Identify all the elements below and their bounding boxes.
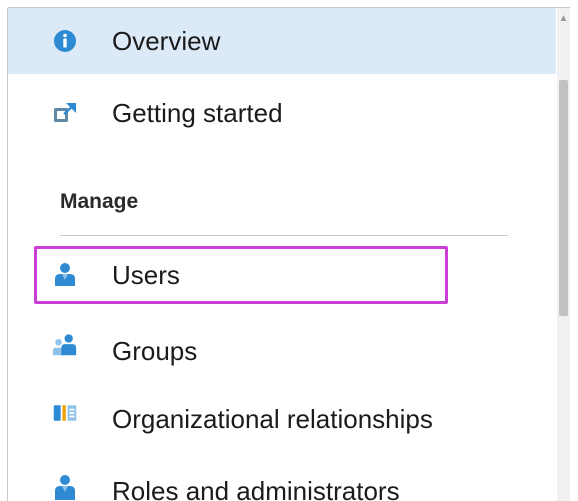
groups-icon [52, 332, 78, 358]
nav-item-getting-started[interactable]: Getting started [8, 74, 556, 152]
roles-icon [52, 474, 78, 500]
nav-item-groups[interactable]: Groups [8, 314, 556, 374]
nav-item-roles-and-administrators[interactable]: Roles and administrators [8, 454, 556, 501]
scroll-up-arrow-icon[interactable]: ▲ [557, 12, 570, 24]
vertical-scrollbar[interactable]: ▲ [557, 8, 570, 501]
nav-item-label: Getting started [112, 98, 283, 128]
nav-item-label: Roles and administrators [112, 476, 400, 501]
nav-item-label: Groups [112, 336, 198, 366]
users-highlight-box [34, 246, 448, 304]
nav-item-overview[interactable]: Overview [8, 8, 556, 74]
section-heading-manage: Manage [60, 190, 139, 213]
nav-item-organizational-relationships[interactable]: Organizational relationships [8, 380, 556, 444]
quickstart-icon [52, 100, 78, 126]
info-icon [52, 28, 78, 54]
scrollbar-thumb[interactable] [559, 80, 568, 316]
nav-item-label: Organizational relationships [112, 404, 433, 434]
navigation-panel: Overview Getting started Manage Users Gr… [8, 8, 570, 501]
section-divider [60, 235, 508, 236]
org-relationships-icon [52, 400, 78, 426]
nav-item-label: Overview [112, 26, 221, 56]
